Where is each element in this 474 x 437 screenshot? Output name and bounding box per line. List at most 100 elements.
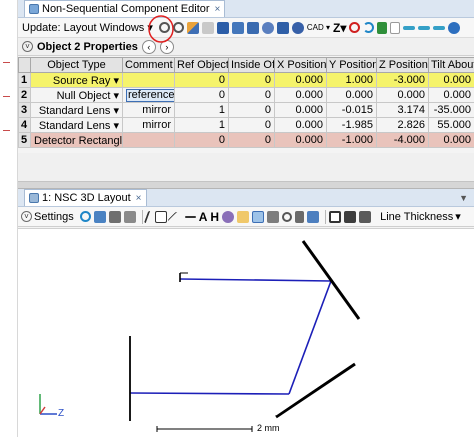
ref-object-cell[interactable]: 0: [174, 87, 229, 103]
pencil-icon[interactable]: [143, 210, 154, 223]
table-row[interactable]: 3 Standard Lens ▾ mirror 1 0 0.000 -0.01…: [18, 102, 474, 118]
panel-splitter[interactable]: [18, 182, 474, 189]
z-position-cell[interactable]: -4.000: [376, 132, 429, 148]
inside-of-cell[interactable]: 0: [228, 102, 275, 118]
horizontal-line-icon[interactable]: [184, 215, 196, 218]
y-position-cell[interactable]: -1.985: [326, 117, 377, 133]
line-thickness-dropdown[interactable]: Line Thickness ▾: [380, 210, 461, 224]
layout-panel: 1: NSC 3D Layout × ▼ ˅ Settings A H Line…: [18, 189, 474, 437]
save-icon[interactable]: [108, 210, 121, 223]
ref-object-cell[interactable]: 0: [174, 72, 229, 88]
comment-cell[interactable]: [122, 132, 175, 148]
chevron-down-icon[interactable]: ▼: [459, 193, 468, 203]
x-position-cell[interactable]: 0.000: [274, 102, 327, 118]
pointer-icon[interactable]: [237, 210, 250, 223]
comment-cell[interactable]: reference: [122, 87, 175, 103]
object-type-cell[interactable]: Standard Lens ▾: [30, 102, 123, 118]
comment-cell[interactable]: mirror: [122, 102, 175, 118]
chevron-down-icon[interactable]: ▾: [113, 90, 119, 102]
tilt-x-cell[interactable]: 0.000: [428, 72, 474, 88]
ref-object-cell[interactable]: 0: [174, 132, 229, 148]
layout-viewport[interactable]: 2 mm Z: [18, 228, 474, 437]
chevron-down-icon[interactable]: ▾: [113, 75, 119, 87]
y-position-cell[interactable]: -0.015: [326, 102, 377, 118]
settings-label: Settings: [34, 210, 74, 223]
tilt-x-cell[interactable]: 55.000: [428, 117, 474, 133]
chevron-down-icon[interactable]: ▾: [113, 120, 119, 132]
layout-tab[interactable]: 1: NSC 3D Layout ×: [24, 189, 147, 206]
shape-icon[interactable]: [222, 210, 235, 223]
comment-cell[interactable]: [122, 72, 175, 88]
line-icon[interactable]: [167, 211, 185, 228]
pan-icon[interactable]: [267, 210, 280, 223]
line-thickness-label: Line Thickness: [380, 210, 454, 223]
text-icon[interactable]: A: [199, 211, 208, 223]
view-icon[interactable]: [307, 210, 320, 223]
z-position-cell[interactable]: 3.174: [376, 102, 429, 118]
fit-icon[interactable]: [295, 210, 305, 223]
chevron-down-icon[interactable]: ▾: [113, 105, 119, 117]
tilt-x-cell[interactable]: 0.000: [428, 132, 474, 148]
inside-of-cell[interactable]: 0: [228, 72, 275, 88]
inside-of-cell[interactable]: 0: [228, 87, 275, 103]
table-row[interactable]: 5 Detector Rectangle ▾ 0 0 0.000 -1.000 …: [18, 132, 474, 148]
mirror-1-face: [304, 239, 362, 319]
window-icon[interactable]: [344, 210, 357, 223]
z-position-cell[interactable]: 2.826: [376, 117, 429, 133]
inside-of-cell[interactable]: 0: [228, 132, 275, 148]
x-position-cell[interactable]: 0.000: [274, 87, 327, 103]
z-position-cell[interactable]: 0.000: [376, 87, 429, 103]
layout-tab-title: 1: NSC 3D Layout: [42, 192, 131, 204]
x-position-cell[interactable]: 0.000: [274, 72, 327, 88]
editor-empty-area: [18, 153, 474, 182]
y-position-cell[interactable]: -1.000: [326, 132, 377, 148]
tilt-x-cell[interactable]: 0.000: [428, 87, 474, 103]
zoom-window-icon[interactable]: [252, 210, 265, 223]
rectangle-icon[interactable]: [154, 210, 167, 223]
mirror-2-face: [275, 361, 355, 416]
scale-bar-label: 2 mm: [257, 423, 280, 433]
dimension-icon[interactable]: H: [210, 211, 219, 223]
close-icon[interactable]: ×: [136, 193, 142, 204]
row-number[interactable]: 4: [18, 117, 31, 133]
object-table: Object Type Comment Ref Object Inside Of…: [18, 57, 474, 148]
object-type-cell[interactable]: Source Ray ▾: [30, 72, 123, 88]
object-type-cell[interactable]: Detector Rectangle ▾: [30, 132, 123, 148]
object-type-cell[interactable]: Standard Lens ▾: [30, 117, 123, 133]
comment-edit-field[interactable]: reference: [126, 88, 174, 102]
refresh-icon[interactable]: [79, 211, 91, 222]
inside-of-cell[interactable]: 0: [228, 117, 275, 133]
settings-button[interactable]: ˅ Settings: [21, 211, 74, 223]
row-number[interactable]: 1: [18, 72, 31, 88]
z-axis-label: Z: [58, 408, 65, 419]
comment-cell[interactable]: mirror: [122, 117, 175, 133]
layout-toolbar: ˅ Settings A H Line Thickness ▾: [18, 207, 474, 228]
zoom-icon[interactable]: [282, 211, 293, 222]
gutter-mark: [3, 96, 10, 97]
list-icon[interactable]: [359, 210, 372, 223]
x-position-cell[interactable]: 0.000: [274, 132, 327, 148]
row-number[interactable]: 2: [18, 87, 31, 103]
ref-object-cell[interactable]: 1: [174, 117, 229, 133]
layout-grid-icon[interactable]: [329, 210, 342, 223]
row-number[interactable]: 5: [18, 132, 31, 148]
ref-object-cell[interactable]: 1: [174, 102, 229, 118]
copy-icon[interactable]: [93, 210, 106, 223]
layout-tab-strip: 1: NSC 3D Layout × ▼: [18, 189, 474, 207]
object-type-value: Standard Lens: [38, 119, 111, 132]
z-position-cell[interactable]: -3.000: [376, 72, 429, 88]
x-position-cell[interactable]: 0.000: [274, 117, 327, 133]
table-row[interactable]: 1 Source Ray ▾ 0 0 0.000 1.000 -3.000 0.…: [18, 72, 474, 88]
object-type-value: Null Object: [56, 89, 111, 102]
row-number[interactable]: 3: [18, 102, 31, 118]
y-position-cell[interactable]: 0.000: [326, 87, 377, 103]
layout-window-icon: [29, 193, 39, 203]
table-row[interactable]: 2 Null Object ▾ reference 0 0 0.000 0.00…: [18, 87, 474, 103]
red-annotation-circle: [148, 15, 174, 43]
print-icon[interactable]: [123, 210, 136, 223]
y-position-cell[interactable]: 1.000: [326, 72, 377, 88]
tilt-x-cell[interactable]: -35.000: [428, 102, 474, 118]
object-type-value: Source Ray: [52, 74, 111, 87]
table-row[interactable]: 4 Standard Lens ▾ mirror 1 0 0.000 -1.98…: [18, 117, 474, 133]
object-type-cell[interactable]: Null Object ▾: [30, 87, 123, 103]
